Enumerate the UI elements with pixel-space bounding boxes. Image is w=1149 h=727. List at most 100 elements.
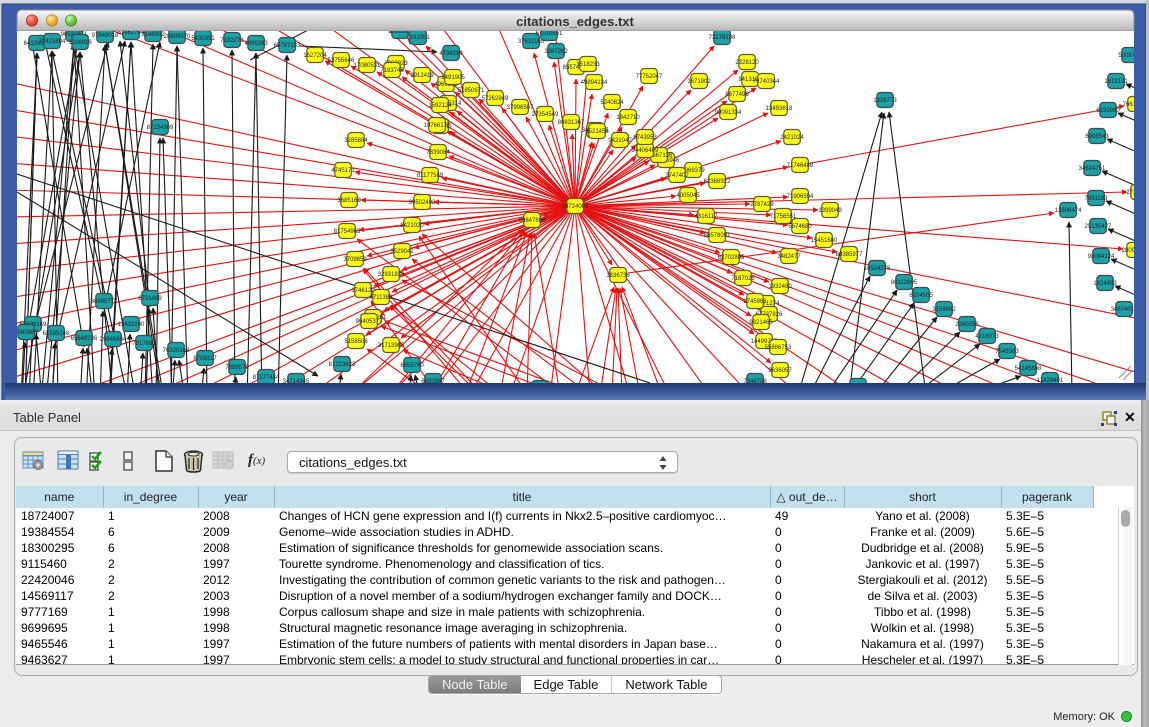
svg-text:10766177: 10766177 bbox=[424, 123, 451, 129]
svg-text:87234309: 87234309 bbox=[147, 125, 174, 131]
svg-text:2421024: 2421024 bbox=[780, 135, 804, 141]
svg-text:96405377: 96405377 bbox=[356, 319, 383, 325]
svg-text:49894134: 49894134 bbox=[581, 80, 608, 86]
svg-text:34624751: 34624751 bbox=[1079, 166, 1106, 172]
svg-text:69847896: 69847896 bbox=[519, 218, 546, 224]
svg-text:6193990: 6193990 bbox=[1096, 108, 1120, 114]
svg-text:1226916: 1226916 bbox=[68, 40, 92, 46]
svg-text:4216073: 4216073 bbox=[975, 334, 999, 340]
svg-text:1746120: 1746120 bbox=[351, 288, 375, 294]
svg-text:1592124: 1592124 bbox=[428, 103, 452, 109]
svg-text:12606474: 12606474 bbox=[1055, 208, 1082, 214]
svg-text:9912419: 9912419 bbox=[410, 73, 434, 79]
svg-text:1745961: 1745961 bbox=[743, 299, 767, 305]
svg-text:4738299: 4738299 bbox=[439, 51, 463, 57]
svg-text:8677496: 8677496 bbox=[725, 92, 749, 98]
svg-text:97848018: 97848018 bbox=[92, 33, 119, 39]
svg-text:18724007: 18724007 bbox=[562, 204, 589, 210]
svg-text:1399049: 1399049 bbox=[818, 208, 842, 214]
svg-text:13493618: 13493618 bbox=[766, 106, 793, 112]
svg-text:25135427: 25135427 bbox=[1085, 224, 1112, 230]
svg-text:31713900: 31713900 bbox=[378, 343, 405, 349]
svg-text:citations_edges.txt: citations_edges.txt bbox=[516, 14, 634, 29]
svg-text:98084124: 98084124 bbox=[1088, 254, 1115, 260]
svg-text:72423884: 72423884 bbox=[39, 39, 66, 45]
svg-text:65787133: 65787133 bbox=[274, 43, 301, 49]
svg-text:99091334: 99091334 bbox=[715, 110, 742, 116]
svg-text:3709859: 3709859 bbox=[343, 257, 367, 263]
svg-text:81177589: 81177589 bbox=[417, 173, 444, 179]
svg-text:81754965: 81754965 bbox=[334, 229, 361, 235]
svg-text:27354549: 27354549 bbox=[532, 112, 559, 118]
svg-text:2787429: 2787429 bbox=[750, 202, 774, 208]
svg-text:37631165: 37631165 bbox=[518, 39, 545, 45]
svg-text:7889579: 7889579 bbox=[225, 365, 249, 371]
svg-text:5430391: 5430391 bbox=[191, 36, 215, 42]
svg-text:94406409: 94406409 bbox=[632, 148, 659, 154]
svg-text:9421047: 9421047 bbox=[608, 138, 632, 144]
svg-text:9821465: 9821465 bbox=[749, 320, 773, 326]
svg-text:28809570: 28809570 bbox=[164, 34, 191, 40]
svg-text:54145868: 54145868 bbox=[1015, 366, 1042, 372]
svg-text:80831367: 80831367 bbox=[558, 120, 585, 126]
svg-text:67010651: 67010651 bbox=[536, 31, 563, 37]
svg-text:51850671: 51850671 bbox=[458, 88, 485, 94]
svg-text:34874016: 34874016 bbox=[1111, 307, 1138, 313]
svg-text:79740344: 79740344 bbox=[753, 79, 780, 85]
svg-text:37996507: 37996507 bbox=[507, 105, 534, 111]
svg-text:71906594: 71906594 bbox=[787, 194, 814, 200]
svg-text:9521456: 9521456 bbox=[585, 129, 609, 135]
svg-text:81223623: 81223623 bbox=[329, 362, 356, 368]
svg-text:5158506: 5158506 bbox=[344, 339, 368, 345]
svg-text:7991183: 7991183 bbox=[1085, 196, 1109, 202]
svg-text:80112805: 80112805 bbox=[891, 280, 918, 286]
svg-text:1671902: 1671902 bbox=[687, 79, 711, 85]
svg-text:77752047: 77752047 bbox=[636, 74, 663, 80]
svg-text:61595148: 61595148 bbox=[43, 331, 70, 337]
svg-text:6204505: 6204505 bbox=[909, 293, 933, 299]
svg-text:7187026: 7187026 bbox=[731, 276, 755, 282]
svg-text:1932480: 1932480 bbox=[768, 284, 792, 290]
svg-text:1824493: 1824493 bbox=[1093, 281, 1117, 287]
svg-text:62386922: 62386922 bbox=[704, 179, 731, 185]
svg-text:17080531: 17080531 bbox=[354, 63, 381, 69]
svg-text:10524278: 10524278 bbox=[864, 266, 891, 272]
svg-text:62702895: 62702895 bbox=[718, 255, 745, 261]
svg-text:5240824: 5240824 bbox=[600, 100, 624, 106]
svg-text:9743953: 9743953 bbox=[633, 135, 657, 141]
svg-text:57262849: 57262849 bbox=[482, 96, 509, 102]
svg-text:36995777: 36995777 bbox=[91, 299, 118, 305]
svg-text:76320163: 76320163 bbox=[163, 348, 190, 354]
svg-text:53755646: 53755646 bbox=[328, 58, 355, 64]
svg-text:6998543: 6998543 bbox=[1085, 134, 1109, 140]
svg-text:60385977: 60385977 bbox=[836, 252, 863, 258]
svg-text:15451680: 15451680 bbox=[811, 238, 838, 244]
svg-text:9636057: 9636057 bbox=[768, 368, 792, 374]
svg-text:32931839: 32931839 bbox=[378, 272, 405, 278]
svg-text:7182278: 7182278 bbox=[220, 38, 244, 44]
svg-text:7193745: 7193745 bbox=[380, 68, 404, 74]
svg-text:13433200: 13433200 bbox=[118, 322, 145, 328]
svg-text:1326773: 1326773 bbox=[873, 98, 897, 104]
svg-text:1627204: 1627204 bbox=[303, 53, 327, 59]
svg-text:87277434: 87277434 bbox=[253, 375, 280, 381]
svg-text:3518233: 3518233 bbox=[576, 62, 600, 68]
svg-text:2260256: 2260256 bbox=[955, 322, 979, 328]
svg-text:3747407: 3747407 bbox=[665, 173, 689, 179]
svg-text:3158692: 3158692 bbox=[932, 307, 956, 313]
svg-text:65648236: 65648236 bbox=[71, 336, 98, 342]
svg-text:55886753: 55886753 bbox=[765, 345, 792, 351]
svg-text:7917693: 7917693 bbox=[132, 341, 156, 347]
svg-text:1812191: 1812191 bbox=[1104, 79, 1128, 85]
svg-text:3482477: 3482477 bbox=[777, 254, 801, 260]
svg-text:1836736: 1836736 bbox=[606, 273, 630, 279]
svg-text:1031051: 1031051 bbox=[406, 35, 430, 41]
svg-text:39502402: 39502402 bbox=[409, 200, 436, 206]
svg-text:5674680: 5674680 bbox=[788, 224, 812, 230]
svg-text:8708317: 8708317 bbox=[193, 356, 217, 362]
svg-text:73178108: 73178108 bbox=[709, 35, 736, 41]
svg-text:3685160: 3685160 bbox=[337, 198, 361, 204]
svg-text:29946804: 29946804 bbox=[100, 337, 127, 343]
svg-text:7839084: 7839084 bbox=[426, 150, 450, 156]
svg-text:71746488: 71746488 bbox=[787, 163, 814, 169]
